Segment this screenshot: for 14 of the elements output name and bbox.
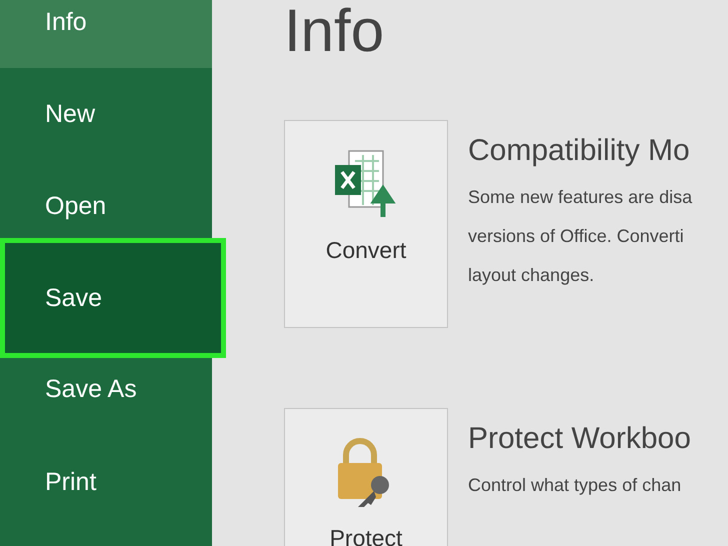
sidebar-item[interactable]: Save [0,238,226,358]
page-title: Info [284,0,384,62]
sidebar-item[interactable]: Print [0,436,212,528]
section-description: Some new features are disa versions of Office. Converti layout changes. [468,186,692,287]
section-title: Compatibility Mo [468,134,691,168]
action-button[interactable]: Convert [284,120,448,328]
spreadsheet-convert-icon [335,149,397,219]
section-description: Control what types of chan [468,474,682,497]
sidebar-item[interactable]: New [0,68,212,160]
sidebar-item[interactable]: Save As [0,358,212,436]
sidebar-item[interactable]: Info [0,0,212,68]
sidebar-item[interactable]: Open [0,160,212,238]
section-title: Protect Workboo [468,422,691,456]
action-button[interactable]: Protect [284,408,448,546]
